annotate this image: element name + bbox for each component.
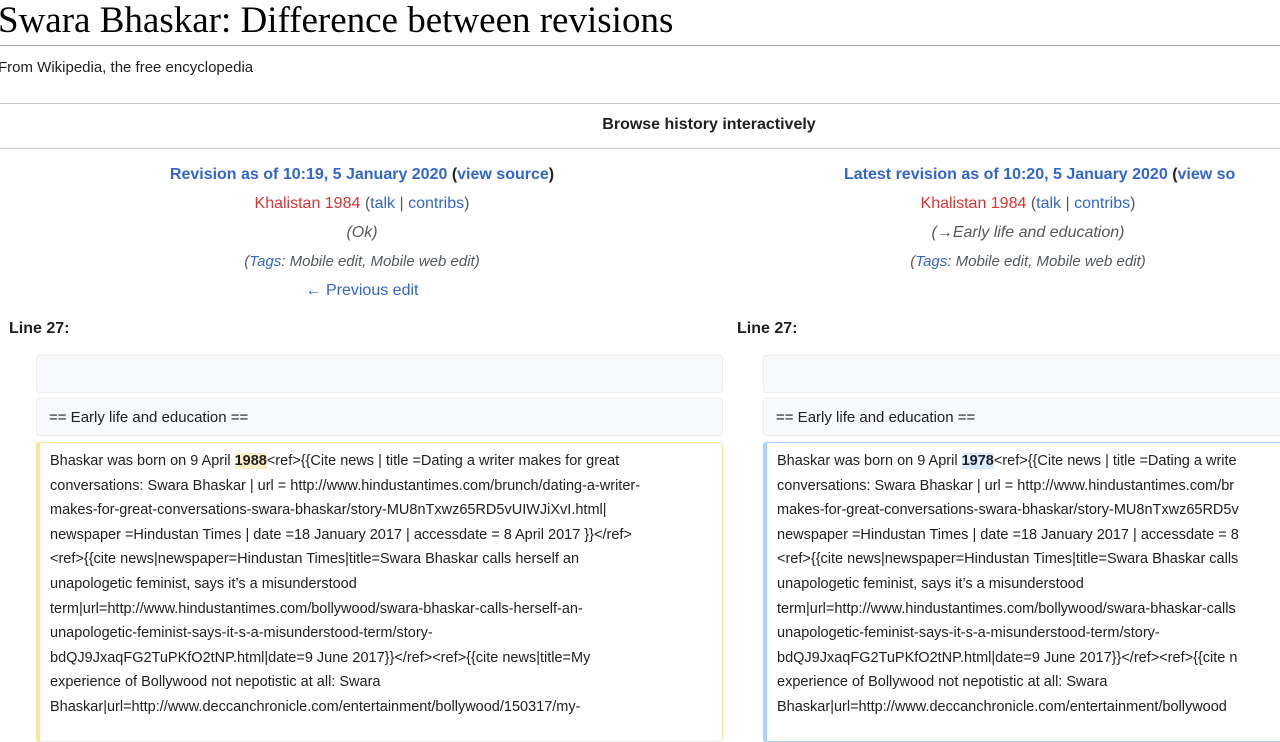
right-talk-link[interactable]: talk <box>1036 195 1061 212</box>
left-context-heading: == Early life and education == <box>36 398 723 436</box>
right-diff-line: bdQJ9JxaqFG2TuPKfO2tNP.html|date=9 June … <box>777 649 1238 666</box>
right-diff-line: unapologetic-feminist-says-it-s-a-misund… <box>777 625 1160 642</box>
right-diff-line: makes-for-great-conversations-swara-bhas… <box>777 502 1239 519</box>
browse-history-link[interactable]: Browse history interactively <box>0 116 1280 134</box>
left-line-number: Line 27: <box>9 320 70 337</box>
left-diff-line: Bhaskar|url=http://www.deccanchronicle.c… <box>50 698 581 715</box>
left-diff-line: term|url=http://www.hindustantimes.com/b… <box>50 600 583 617</box>
left-diff-line: <ref>{{cite news|newspaper=Hindustan Tim… <box>50 551 580 568</box>
left-section-heading: == Early life and education == <box>49 409 249 426</box>
right-changed-year: 1978 <box>961 453 994 469</box>
left-diff-line: conversations: Swara Bhaskar | url = htt… <box>50 477 641 494</box>
left-diff-line: bdQJ9JxaqFG2TuPKfO2tNP.html|date=9 June … <box>50 649 591 666</box>
right-diff-line: Bhaskar was born on 9 April 1978<ref>{{C… <box>777 453 1237 469</box>
right-diff-line: Bhaskar|url=http://www.deccanchronicle.c… <box>777 698 1227 715</box>
right-section-heading: == Early life and education == <box>776 409 976 426</box>
left-diff-line: unapologetic feminist, says it’s a misun… <box>50 575 357 592</box>
right-context-heading: == Early life and education == <box>763 398 1280 436</box>
right-diff-line: conversations: Swara Bhaskar | url = htt… <box>777 477 1235 494</box>
title-divider <box>0 45 1280 46</box>
left-diff-line: newspaper =Hindustan Times | date =18 Ja… <box>50 526 632 543</box>
right-revision-title[interactable]: Latest revision as of 10:20, 5 January 2… <box>844 166 1168 183</box>
left-tags: (Tags: Mobile edit, Mobile web edit) <box>244 253 480 270</box>
left-view-source-link[interactable]: view source <box>457 166 549 183</box>
page-title: Swara Bhaskar: Difference between revisi… <box>0 0 674 41</box>
left-context-empty <box>36 355 723 393</box>
left-diff-line: experience of Bollywood not nepotistic a… <box>50 674 381 691</box>
left-contribs-link[interactable]: contribs <box>408 195 464 212</box>
right-tags-link[interactable]: Tags <box>915 253 947 270</box>
right-diff-line: newspaper =Hindustan Times | date =18 Ja… <box>777 526 1239 543</box>
left-revision-title[interactable]: Revision as of 10:19, 5 January 2020 <box>170 166 447 183</box>
left-edit-summary: (Ok) <box>346 224 378 241</box>
right-contribs-link[interactable]: contribs <box>1074 195 1130 212</box>
right-diff-line: unapologetic feminist, says it’s a misun… <box>777 575 1084 592</box>
right-diff-line: <ref>{{cite news|newspaper=Hindustan Tim… <box>777 551 1239 568</box>
right-diff-text: Bhaskar was born on 9 April 1978<ref>{{C… <box>777 449 1239 720</box>
right-diff-line: experience of Bollywood not nepotistic a… <box>777 674 1108 691</box>
right-view-source-link[interactable]: view so <box>1178 166 1236 183</box>
right-diff-line: term|url=http://www.hindustantimes.com/b… <box>777 600 1236 617</box>
right-added-line: Bhaskar was born on 9 April 1978<ref>{{C… <box>763 442 1280 742</box>
left-diff-text: Bhaskar was born on 9 April 1988<ref>{{C… <box>50 449 640 720</box>
left-diff-line: Bhaskar was born on 9 April 1988<ref>{{C… <box>50 453 620 469</box>
left-changed-year: 1988 <box>234 453 267 469</box>
left-tags-link[interactable]: Tags <box>249 253 281 270</box>
left-diff-line: makes-for-great-conversations-swara-bhas… <box>50 502 607 519</box>
right-line-number: Line 27: <box>737 320 798 337</box>
left-deleted-line: Bhaskar was born on 9 April 1988<ref>{{C… <box>36 442 723 742</box>
right-user-link[interactable]: Khalistan 1984 <box>921 195 1027 212</box>
left-revision-header: Revision as of 10:19, 5 January 2020 (vi… <box>0 160 724 305</box>
right-tags: (Tags: Mobile edit, Mobile web edit) <box>910 253 1146 270</box>
browse-history-bar: Browse history interactively <box>0 103 1280 149</box>
right-context-empty <box>763 355 1280 393</box>
right-edit-summary: (→Early life and education) <box>931 224 1125 241</box>
site-tagline: From Wikipedia, the free encyclopedia <box>0 59 254 76</box>
right-revision-header: Latest revision as of 10:20, 5 January 2… <box>728 160 1280 276</box>
left-talk-link[interactable]: talk <box>370 195 395 212</box>
left-diff-line: unapologetic-feminist-says-it-s-a-misund… <box>50 625 433 642</box>
previous-edit-link[interactable]: ← Previous edit <box>306 282 419 299</box>
left-user-link[interactable]: Khalistan 1984 <box>255 195 361 212</box>
